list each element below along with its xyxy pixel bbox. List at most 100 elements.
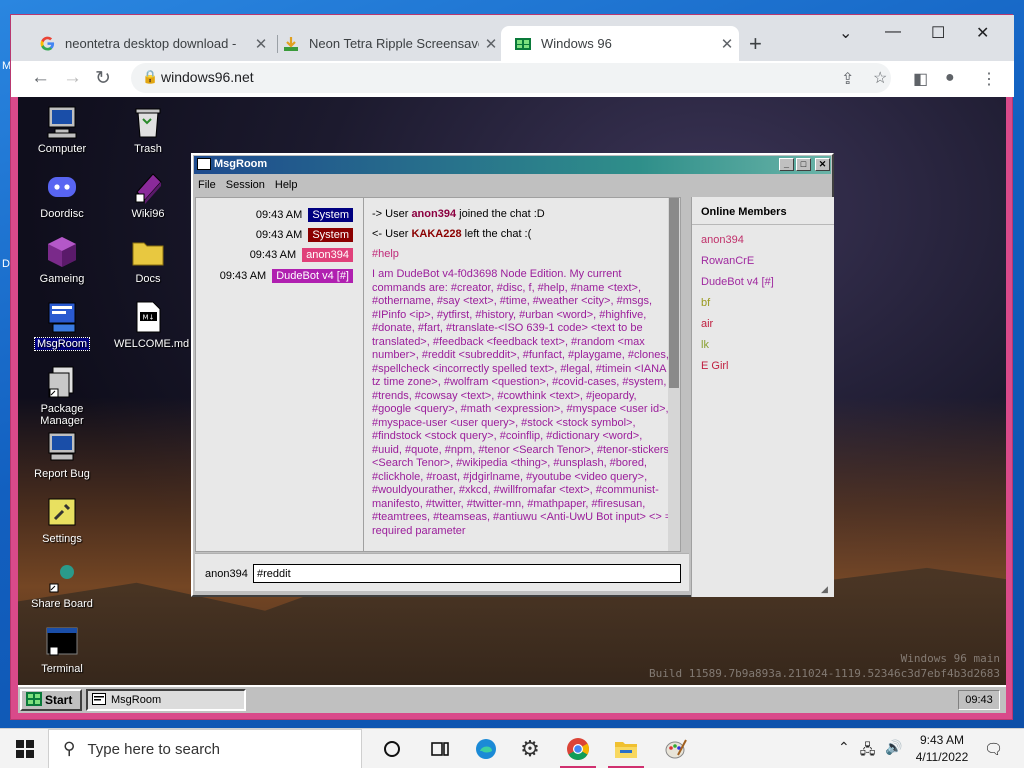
tab-neon-tetra-screensaver[interactable]: Neon Tetra Ripple Screensaver ( ✕ [269, 26, 503, 61]
author-badge[interactable]: System [308, 208, 353, 222]
address-bar[interactable]: 🔒 windows96.net ⇪ ☆ [131, 63, 891, 93]
settings-gear-icon[interactable]: ⚙ [516, 735, 544, 763]
member-item[interactable]: RowanCrE [692, 250, 834, 271]
member-item[interactable]: anon394 [692, 229, 834, 250]
member-item[interactable]: air [692, 313, 834, 334]
maximize-icon[interactable]: ☐ [931, 23, 945, 43]
desktop-icon-trash[interactable]: Trash [112, 105, 184, 155]
volume-icon[interactable]: 🔊 [885, 739, 902, 763]
minimize-icon[interactable]: — [885, 23, 901, 41]
chat-log[interactable]: 09:43 AM System 09:43 AM System 09:43 AM… [195, 197, 681, 552]
member-item[interactable]: E Girl [692, 355, 834, 376]
system-message: -> User anon394 joined the chat :D [372, 208, 545, 220]
bot-help-message: I am DudeBot v4-f0d3698 Node Edition. My… [372, 268, 672, 537]
url-text[interactable]: windows96.net [161, 69, 254, 85]
desktop-icon-settings[interactable]: Settings [26, 495, 98, 545]
chevron-down-icon[interactable]: ⌄ [839, 23, 852, 43]
desktop-icon-report-bug[interactable]: Report Bug [26, 430, 98, 480]
svg-text:M↓: M↓ [143, 314, 155, 322]
windows-start-icon[interactable] [16, 740, 34, 758]
w96-logo-icon [26, 691, 42, 709]
maximize-button[interactable]: □ [796, 158, 811, 171]
desktop-icon-doordisc[interactable]: Doordisc [26, 170, 98, 220]
menu-session[interactable]: Session [221, 179, 270, 191]
cortana-icon[interactable] [378, 735, 406, 763]
menu-bar: File Session Help [193, 175, 832, 195]
author-badge[interactable]: DudeBot v4 [#] [272, 269, 353, 283]
message-time: 09:43 AM [255, 209, 303, 221]
download-favicon-icon [283, 36, 299, 52]
desktop-icon-package-manager[interactable]: Package Manager [26, 365, 98, 427]
file-explorer-icon[interactable] [608, 735, 644, 768]
username[interactable]: KAKA228 [411, 228, 461, 240]
close-window-icon[interactable]: ✕ [976, 23, 989, 43]
tab-neontetra-download[interactable]: neontetra desktop download - ✕ [25, 26, 273, 61]
bookmark-star-icon[interactable]: ☆ [873, 68, 887, 88]
paint-icon[interactable] [662, 735, 690, 763]
tab-title: neontetra desktop download - [65, 36, 237, 51]
system-message: <- User KAKA228 left the chat :( [372, 228, 532, 240]
close-button[interactable]: ✕ [815, 158, 830, 171]
chevron-up-icon[interactable]: ⌃ [838, 739, 850, 763]
chat-scrollbar[interactable] [668, 198, 680, 551]
network-icon[interactable]: 🖧 [860, 739, 876, 763]
new-tab-button[interactable]: + [749, 31, 762, 57]
edge-icon[interactable] [472, 735, 500, 763]
game-cube-icon [45, 235, 79, 269]
member-item[interactable]: lk [692, 334, 834, 355]
desktop-icon-docs[interactable]: Docs [112, 235, 184, 285]
w96-start-button[interactable]: Start [20, 689, 82, 711]
menu-file[interactable]: File [193, 179, 221, 191]
forward-icon[interactable]: → [63, 67, 82, 89]
chrome-icon[interactable] [560, 735, 596, 768]
msgroom-icon [45, 300, 79, 334]
username[interactable]: anon394 [411, 208, 456, 220]
taskbar-search-box[interactable]: ⚲ Type here to search [48, 729, 362, 768]
input-username: anon394 [205, 568, 248, 580]
message-input[interactable] [253, 564, 681, 583]
desktop-icon-computer[interactable]: Computer [26, 105, 98, 155]
menu-help[interactable]: Help [270, 179, 303, 191]
back-icon[interactable]: ← [31, 67, 50, 89]
resize-grip-icon[interactable]: ◢ [821, 584, 831, 594]
close-icon[interactable]: ✕ [715, 35, 739, 53]
desktop-icon-terminal[interactable]: Terminal [26, 625, 98, 675]
message-time: 09:43 AM [255, 229, 303, 241]
search-icon: ⚲ [63, 739, 76, 758]
w96-task-msgroom[interactable]: MsgRoom [86, 689, 246, 711]
trash-icon [131, 105, 165, 139]
profile-icon[interactable]: ● [945, 69, 955, 87]
minimize-button[interactable]: _ [779, 158, 794, 171]
author-badge[interactable]: anon394 [302, 248, 353, 262]
window-titlebar[interactable]: MsgRoom _ □ ✕ [194, 156, 831, 174]
side-panel-icon[interactable]: ◧ [913, 69, 928, 89]
input-row: anon394 [195, 553, 689, 591]
scrollbar-thumb[interactable] [669, 198, 679, 388]
message-time: 09:43 AM [249, 249, 297, 261]
desktop-icon-wiki96[interactable]: Wiki96 [112, 170, 184, 220]
task-view-icon[interactable] [426, 735, 454, 763]
desktop-icon-welcome-md[interactable]: M↓ WELCOME.md [112, 300, 189, 350]
message-list: -> User anon394 joined the chat :D <- Us… [370, 198, 672, 551]
desktop-icon-share-board[interactable]: Share Board [26, 560, 98, 610]
chat-message: #help [372, 248, 399, 260]
share-icon[interactable]: ⇪ [841, 69, 854, 89]
windows96-desktop: Computer Doordisc Gameing MsgRoom Packag… [18, 97, 1006, 713]
member-item[interactable]: DudeBot v4 [#] [692, 271, 834, 292]
online-members-panel: Online Members anon394 RowanCrE DudeBot … [691, 197, 834, 597]
member-item[interactable]: bf [692, 292, 834, 313]
lock-icon[interactable]: 🔒 [142, 69, 158, 85]
desktop-icon-msgroom[interactable]: MsgRoom [26, 300, 98, 351]
close-icon[interactable]: ✕ [479, 35, 503, 53]
reload-icon[interactable]: ↻ [95, 67, 111, 90]
author-badge[interactable]: System [308, 228, 353, 242]
terminal-icon [45, 625, 79, 659]
desktop-icon-gameing[interactable]: Gameing [26, 235, 98, 285]
taskbar-clock[interactable]: 9:43 AM 4/11/2022 [912, 732, 972, 766]
menu-kebab-icon[interactable]: ⋮ [981, 69, 997, 89]
windows-taskbar: ⚲ Type here to search ⚙ ⌃ 🖧 🔊 9:43 AM 4/… [0, 728, 1024, 768]
notification-icon[interactable]: 🗨 [984, 740, 1003, 758]
computer-icon [45, 105, 79, 139]
discord-icon [45, 170, 79, 204]
tab-windows-96[interactable]: Windows 96 ✕ [501, 26, 739, 61]
